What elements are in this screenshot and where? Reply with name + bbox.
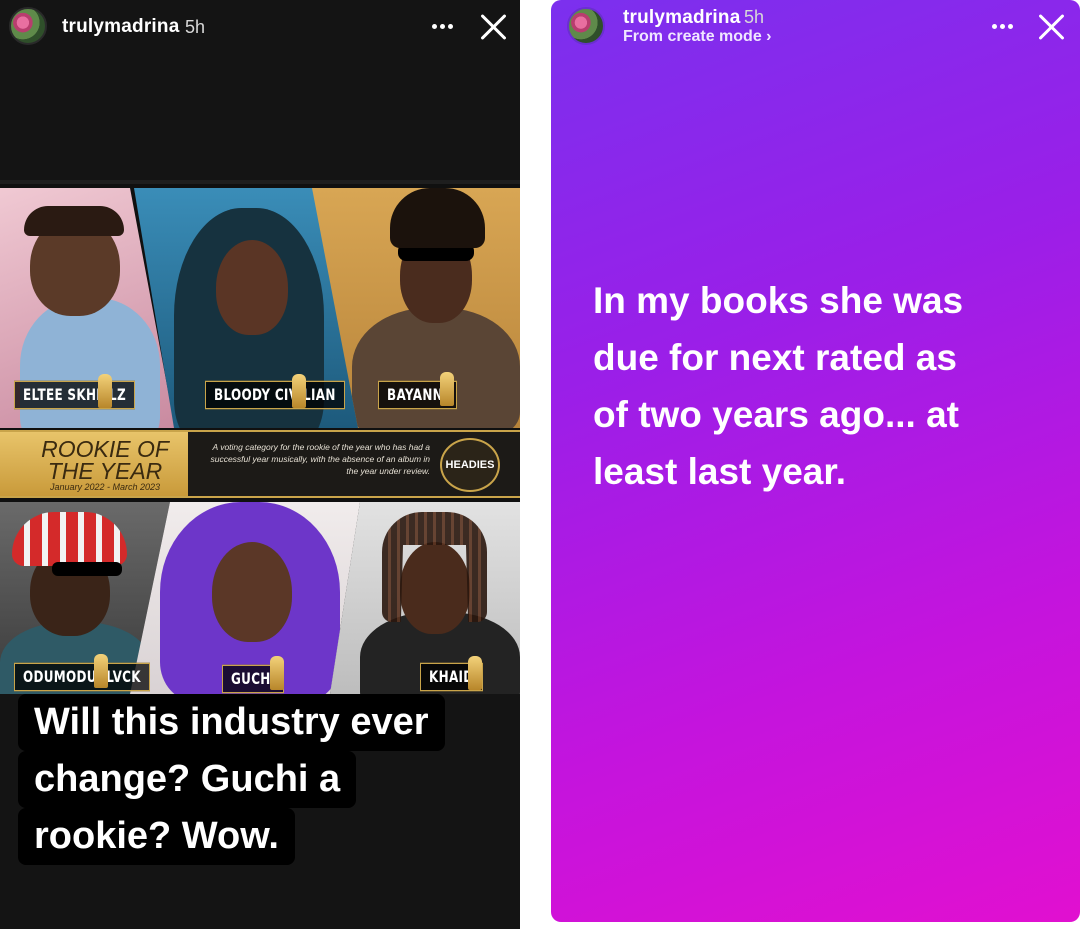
headies-logo: HEADIES <box>440 438 500 492</box>
caption-line: rookie? Wow. <box>18 808 295 865</box>
timestamp: 5h <box>744 7 765 27</box>
story-header: trulymadrina 5h <box>0 0 520 60</box>
username[interactable]: trulymadrina <box>623 7 741 29</box>
close-icon[interactable] <box>479 12 509 42</box>
more-icon[interactable] <box>992 24 1016 32</box>
category-banner: ROOKIE OF THE YEAR January 2022 - March … <box>0 430 520 498</box>
nominee-name-tag: BLOODY CIVILIAN <box>205 380 345 410</box>
more-icon[interactable] <box>432 24 456 32</box>
story-caption: Will this industry ever change? Guchi a … <box>18 694 445 865</box>
nominee-name-tag: ELTEE SKHILLZ <box>14 380 135 410</box>
story-text: In my books she was due for next rated a… <box>593 272 1033 500</box>
avatar[interactable] <box>9 7 47 45</box>
timestamp: 5h <box>185 17 206 37</box>
story-text-line: of two years ago... at <box>593 394 959 435</box>
close-icon[interactable] <box>1037 12 1067 42</box>
story-left: trulymadrina 5h ELTEE SKHILLZ BLOODY CIV… <box>0 0 520 929</box>
category-description: A voting category for the rookie of the … <box>210 442 430 476</box>
story-header: trulymadrina 5h From create mode › <box>551 0 1080 60</box>
trophy-icon <box>94 654 108 688</box>
trophy-icon <box>292 374 306 408</box>
category-dates: January 2022 - March 2023 <box>49 482 161 492</box>
create-mode-link[interactable]: From create mode › <box>623 28 771 46</box>
trophy-icon <box>468 656 482 690</box>
category-title: ROOKIE OF THE YEAR <box>41 436 169 484</box>
nominee-name-tag: ODUMODUBLVCK <box>14 662 150 692</box>
avatar[interactable] <box>567 7 605 45</box>
trophy-icon <box>440 372 454 406</box>
story-text-line: due for next rated as <box>593 337 957 378</box>
caption-line: change? Guchi a <box>18 751 357 808</box>
caption-line: Will this industry ever <box>18 694 445 751</box>
trophy-icon <box>98 374 112 408</box>
category-label-box: ROOKIE OF THE YEAR January 2022 - March … <box>0 432 188 496</box>
story-text-line: In my books she was <box>593 280 964 321</box>
story-text-line: least last year. <box>593 451 847 492</box>
award-poster: ELTEE SKHILLZ BLOODY CIVILIAN BAYANNI RO… <box>0 180 520 694</box>
username[interactable]: trulymadrina <box>62 16 180 38</box>
story-right: trulymadrina 5h From create mode › In my… <box>551 0 1080 922</box>
trophy-icon <box>270 656 284 690</box>
